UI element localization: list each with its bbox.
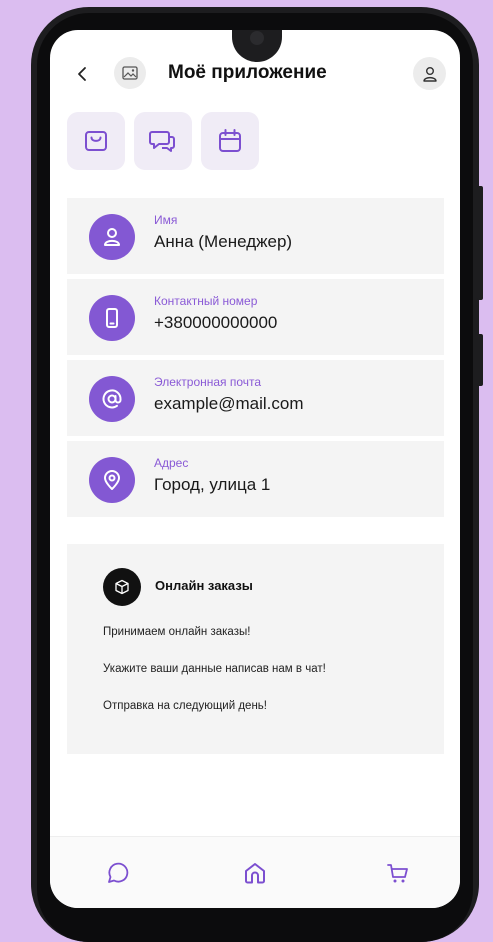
chat-button[interactable] <box>134 112 192 170</box>
contact-value: Город, улица 1 <box>154 475 271 494</box>
orders-text-line: Укажите ваши данные написав нам в чат! <box>103 663 326 675</box>
contact-icon-badge <box>89 376 135 422</box>
chat-icon <box>149 131 175 152</box>
contact-card-name[interactable]: Имя Анна (Менеджер) <box>67 198 444 274</box>
app-logo <box>114 57 146 89</box>
chat-icon <box>108 862 129 883</box>
contact-card-address[interactable]: Адрес Город, улица 1 <box>67 441 444 517</box>
orders-text-line: Принимаем онлайн заказы! <box>103 626 251 638</box>
at-icon <box>102 389 122 409</box>
location-pin-icon <box>104 470 120 490</box>
user-icon <box>422 66 437 82</box>
user-icon <box>104 228 120 246</box>
contact-card-phone[interactable]: Контактный номер +380000000000 <box>67 279 444 355</box>
contact-card-email[interactable]: Электронная почта example@mail.com <box>67 360 444 436</box>
chevron-left-icon <box>78 67 86 81</box>
contact-icon-badge <box>89 295 135 341</box>
contact-value: +380000000000 <box>154 313 278 332</box>
nav-cart[interactable] <box>382 857 414 889</box>
contact-label: Имя <box>154 213 178 227</box>
app-screen: Моё приложение Имя Анна (Менеджер) Конта… <box>50 30 460 908</box>
calendar-icon <box>219 129 241 152</box>
phone-icon <box>106 308 118 328</box>
phone-side-button <box>477 334 483 386</box>
profile-button[interactable] <box>413 57 446 90</box>
nav-chat[interactable] <box>102 857 134 889</box>
shopping-bag-button[interactable] <box>67 112 125 170</box>
image-icon <box>122 66 138 80</box>
app-header: Моё приложение <box>50 56 460 96</box>
bottom-navigation <box>50 836 460 908</box>
contact-value: Анна (Менеджер) <box>154 232 293 251</box>
contact-label: Контактный номер <box>154 294 258 308</box>
nav-home[interactable] <box>239 857 271 889</box>
online-orders-block: Онлайн заказы Принимаем онлайн заказы! У… <box>67 544 444 754</box>
home-icon <box>245 863 265 884</box>
page-title: Моё приложение <box>168 62 327 83</box>
contact-icon-badge <box>89 457 135 503</box>
contact-label: Электронная почта <box>154 375 262 389</box>
box-icon-svg <box>115 579 129 595</box>
contact-icon-badge <box>89 214 135 260</box>
cart-icon <box>387 864 408 883</box>
box-icon <box>103 568 141 606</box>
calendar-button[interactable] <box>201 112 259 170</box>
contact-label: Адрес <box>154 456 189 470</box>
phone-side-button <box>477 186 483 300</box>
contact-value: example@mail.com <box>154 394 304 413</box>
orders-title: Онлайн заказы <box>155 578 253 593</box>
orders-text-line: Отправка на следующий день! <box>103 700 267 712</box>
back-button[interactable] <box>70 62 94 86</box>
front-camera <box>250 31 264 45</box>
shopping-bag-icon <box>85 131 107 151</box>
